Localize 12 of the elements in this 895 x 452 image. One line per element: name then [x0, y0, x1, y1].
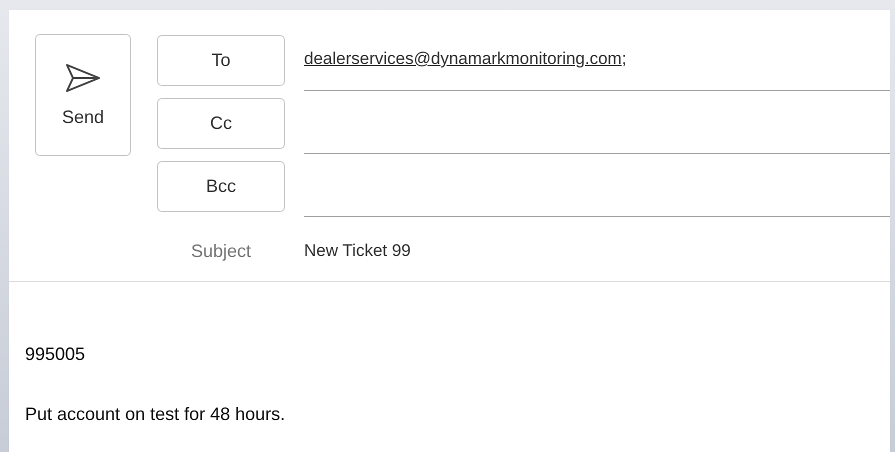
body-text: 995005: [25, 344, 86, 365]
recipient-button[interactable]: Bcc: [157, 161, 285, 212]
recipient-button[interactable]: To: [157, 35, 285, 86]
separator: ;: [622, 49, 626, 68]
send-icon: [65, 62, 101, 92]
email-address[interactable]: dealerservices@dynamarkmonitoring.com: [304, 49, 622, 68]
send-button[interactable]: Send: [35, 34, 131, 156]
body-text: Put account on test for 48 hours.: [25, 404, 286, 425]
subject-label: Subject: [190, 240, 252, 262]
subject-field[interactable]: New Ticket 99: [304, 241, 411, 261]
recipient-field[interactable]: dealerservices@dynamarkmonitoring.com;: [304, 34, 890, 91]
recipient-button[interactable]: Cc: [157, 98, 285, 149]
